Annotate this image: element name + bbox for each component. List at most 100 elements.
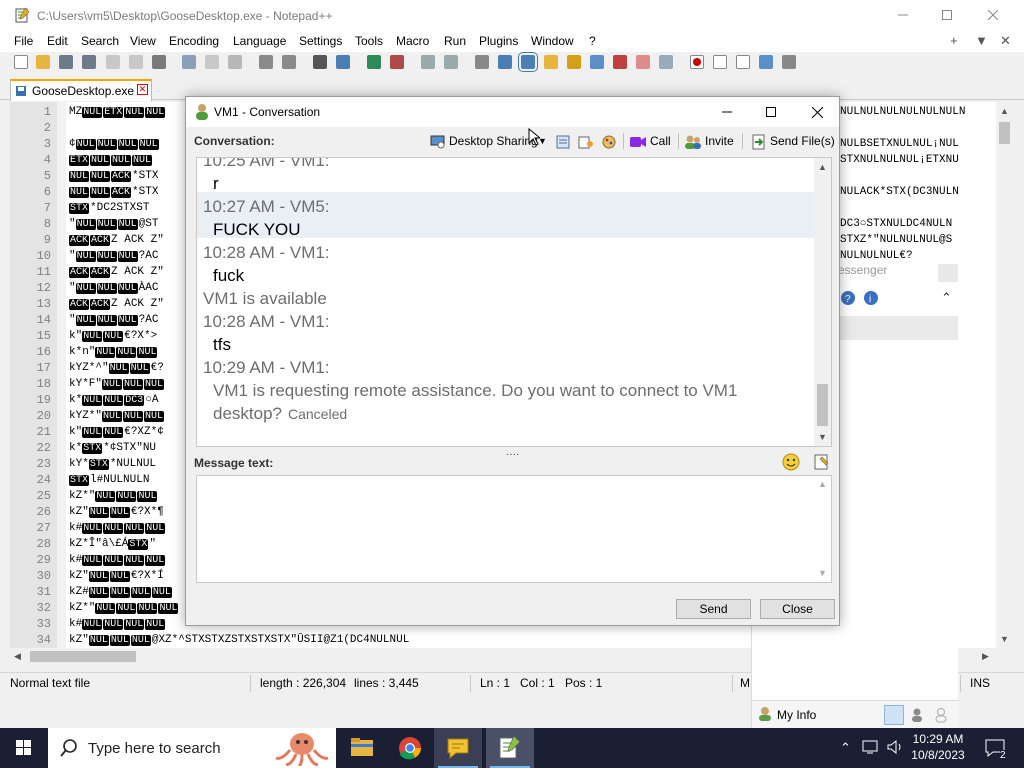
menu-plugins[interactable]: Plugins: [479, 34, 518, 48]
messenger-selected-row[interactable]: [840, 316, 958, 340]
start-button[interactable]: [0, 728, 48, 768]
volume-icon[interactable]: [886, 739, 904, 755]
show-all-chars-icon[interactable]: [498, 55, 512, 69]
call-button[interactable]: Call: [650, 134, 671, 148]
search-box[interactable]: Type here to search: [48, 728, 336, 768]
message-scrollbar[interactable]: ▲ ▼: [814, 476, 831, 582]
messenger-taskbar-icon[interactable]: [434, 728, 482, 768]
scroll-right-icon[interactable]: ▶: [982, 651, 989, 662]
sync-horizontal-icon[interactable]: [444, 55, 458, 69]
save-all-icon[interactable]: [82, 55, 96, 69]
history-scrollbar[interactable]: ▲ ▼: [814, 158, 831, 446]
whiteboard-icon[interactable]: [556, 135, 570, 149]
status-offline-icon[interactable]: [934, 707, 948, 723]
conv-close-button[interactable]: [794, 97, 840, 127]
message-input[interactable]: ▲ ▼: [196, 475, 832, 583]
menu-language[interactable]: Language: [233, 34, 286, 48]
history-scroll-down-icon[interactable]: ▼: [818, 432, 827, 442]
editor-vertical-scrollbar[interactable]: ▲ ▼: [996, 102, 1013, 648]
stop-macro-icon[interactable]: [713, 55, 727, 69]
conv-maximize-button[interactable]: [748, 97, 794, 127]
show-hidden-icons-icon[interactable]: ⌃: [840, 740, 851, 756]
word-wrap-icon[interactable]: [475, 55, 489, 69]
function-list-icon[interactable]: [567, 55, 581, 69]
notepadpp-titlebar[interactable]: C:\Users\vm5\Desktop\GooseDesktop.exe - …: [0, 0, 1024, 32]
desktop-sharing-button[interactable]: Desktop Sharing: [449, 134, 538, 148]
splitter-grip-icon[interactable]: ····: [506, 449, 519, 460]
invite-button[interactable]: Invite: [705, 134, 734, 148]
view-icon[interactable]: [659, 55, 673, 69]
status-away-icon[interactable]: [910, 707, 924, 723]
zoom-in-icon[interactable]: [367, 55, 381, 69]
print-icon[interactable]: [152, 55, 166, 69]
doc-list-icon[interactable]: [636, 55, 650, 69]
monitoring-icon[interactable]: [613, 55, 627, 69]
menu-macro[interactable]: Macro: [396, 34, 429, 48]
menu-settings[interactable]: Settings: [299, 34, 342, 48]
conversation-history[interactable]: 10:25 AM - VM1: r 10:27 AM - VM5: FUCK YOU 1…: [196, 157, 832, 447]
menu-edit[interactable]: Edit: [47, 34, 68, 48]
conv-minimize-button[interactable]: [704, 97, 750, 127]
new-tab-icon[interactable]: +: [950, 33, 958, 48]
save-icon[interactable]: [59, 55, 73, 69]
msg-scroll-down-icon[interactable]: ▼: [818, 568, 827, 578]
status-online-icon[interactable]: [884, 705, 904, 725]
emoticon-icon[interactable]: [782, 453, 800, 471]
copy-icon[interactable]: [205, 55, 219, 69]
menu-view[interactable]: View: [130, 34, 156, 48]
menu-file[interactable]: File: [14, 34, 33, 48]
history-scroll-thumb[interactable]: [817, 384, 828, 426]
file-transfer-icon[interactable]: [578, 135, 594, 149]
history-scroll-up-icon[interactable]: ▲: [818, 162, 827, 172]
zoom-out-icon[interactable]: [390, 55, 404, 69]
redo-icon[interactable]: [282, 55, 296, 69]
tab-close-icon[interactable]: ✕: [137, 84, 148, 95]
chrome-taskbar-icon[interactable]: [386, 728, 434, 768]
play-macro-icon[interactable]: [736, 55, 750, 69]
maximize-button[interactable]: [924, 0, 970, 30]
font-settings-icon[interactable]: [814, 454, 830, 470]
close-all-icon[interactable]: [129, 55, 143, 69]
my-info-label[interactable]: My Info: [777, 708, 816, 722]
send-button[interactable]: Send: [676, 599, 751, 619]
menu-search[interactable]: Search: [81, 34, 119, 48]
undo-icon[interactable]: [259, 55, 273, 69]
menu-help[interactable]: ?: [589, 34, 596, 48]
notepadpp-taskbar-icon[interactable]: [486, 728, 534, 768]
sync-vertical-icon[interactable]: [421, 55, 435, 69]
help-icon[interactable]: ?: [840, 290, 856, 306]
h-scroll-thumb[interactable]: [30, 651, 136, 662]
clock[interactable]: 10:29 AM 10/8/2023: [906, 731, 970, 763]
close-dialog-button[interactable]: Close: [760, 599, 835, 619]
paste-icon[interactable]: [228, 55, 242, 69]
new-file-icon[interactable]: [14, 55, 28, 69]
messenger-title-button[interactable]: [938, 264, 958, 282]
minimize-button[interactable]: [880, 0, 926, 30]
info-icon[interactable]: i: [863, 290, 879, 306]
open-file-icon[interactable]: [36, 55, 50, 69]
conversation-titlebar[interactable]: VM1 - Conversation: [186, 97, 839, 127]
scroll-up-icon[interactable]: ▲: [1000, 106, 1009, 116]
scroll-down-icon[interactable]: ▼: [1000, 634, 1009, 644]
file-explorer-taskbar-icon[interactable]: [338, 728, 386, 768]
menu-tools[interactable]: Tools: [355, 34, 383, 48]
games-icon[interactable]: [600, 134, 618, 150]
run-macro-multiple-icon[interactable]: [759, 55, 773, 69]
indent-guide-icon[interactable]: [518, 52, 538, 72]
record-macro-icon[interactable]: [690, 55, 704, 69]
collapse-icon[interactable]: ⌃: [941, 290, 952, 306]
tab-list-icon[interactable]: ▼: [975, 33, 988, 48]
close-button[interactable]: [970, 0, 1016, 30]
network-icon[interactable]: [862, 739, 880, 755]
doc-map-icon[interactable]: [544, 55, 558, 69]
menu-window[interactable]: Window: [531, 34, 574, 48]
scroll-left-icon[interactable]: ◀: [14, 651, 21, 662]
menu-run[interactable]: Run: [444, 34, 466, 48]
send-files-button[interactable]: Send File(s): [770, 134, 835, 148]
save-macro-icon[interactable]: [782, 55, 796, 69]
tab-goosedesktop[interactable]: GooseDesktop.exe ✕: [10, 79, 152, 101]
folder-workspace-icon[interactable]: [590, 55, 604, 69]
menu-encoding[interactable]: Encoding: [169, 34, 219, 48]
close-file-icon[interactable]: [106, 55, 120, 69]
cut-icon[interactable]: [182, 55, 196, 69]
